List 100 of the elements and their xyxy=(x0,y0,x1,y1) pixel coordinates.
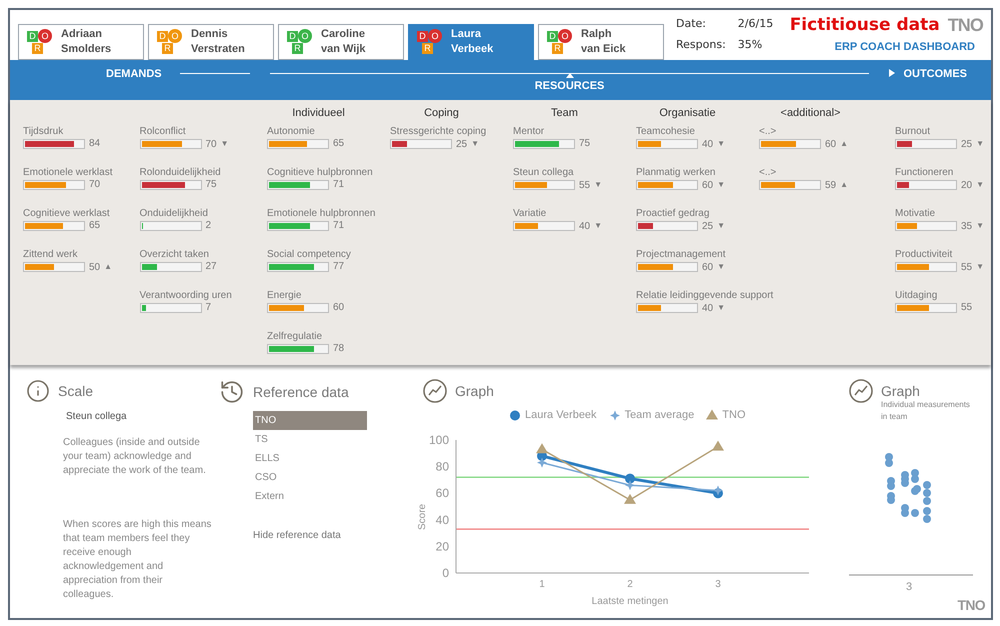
metric-label: Burnout xyxy=(895,126,932,138)
metric-label: Productiviteit xyxy=(895,249,954,261)
metric-value: 60 xyxy=(825,138,836,150)
metric-label: Energie xyxy=(267,290,302,302)
legend-label: Team average xyxy=(624,408,694,423)
metric-value: 75 xyxy=(579,138,590,149)
metric-value: 55 xyxy=(579,180,590,190)
status-badge: R xyxy=(32,43,43,54)
metric-label: <..> xyxy=(759,126,778,138)
line-chart-icon xyxy=(423,379,447,403)
status-badge: D xyxy=(27,31,38,42)
legend-marker-icon xyxy=(510,410,520,421)
reference-option[interactable]: Extern xyxy=(253,487,367,506)
trend-arrow: ▲ xyxy=(104,261,112,273)
trend-arrow: ▼ xyxy=(717,220,726,232)
metric-value: 27 xyxy=(206,261,217,272)
status-badge: O xyxy=(168,29,182,43)
status-badge: R xyxy=(422,43,433,54)
metric-label: Cognitieve hulpbronnen xyxy=(267,167,374,179)
trend-arrow: ▲ xyxy=(840,138,848,150)
hide-reference-link[interactable]: Hide reference data xyxy=(253,528,341,543)
metric-label: Tijdsdruk xyxy=(23,126,64,138)
metric-label: Relatie leidinggevende support xyxy=(636,290,774,302)
person-tab[interactable]: D O R Ralph van Eick xyxy=(538,24,664,60)
scale-subject: Steun collega xyxy=(66,410,127,424)
trend-arrow: ▼ xyxy=(594,179,602,191)
metric-value: 70 xyxy=(89,179,100,190)
resources-heading[interactable]: RESOURCES xyxy=(534,78,604,94)
person-tab[interactable]: D O R Dennis Verstraten xyxy=(148,24,274,60)
data-point xyxy=(713,485,723,496)
metric-label: Planmatig werken xyxy=(636,167,716,179)
metric-label: <..> xyxy=(759,167,778,179)
y-tick-label: 40 xyxy=(436,512,449,526)
metric-value: 60 xyxy=(333,302,344,313)
reference-option[interactable]: TS xyxy=(253,430,367,449)
trend-arrow: ▼ xyxy=(471,138,480,150)
legend-label: TNO xyxy=(722,408,746,423)
legend-marker-icon xyxy=(706,410,718,420)
y-tick-label: 60 xyxy=(436,486,449,500)
metric-label: Cognitieve werklast xyxy=(23,208,111,220)
metric-label: Steun collega xyxy=(513,167,575,179)
metric-label: Stressgerichte coping xyxy=(390,126,488,138)
right-triangle-icon xyxy=(889,69,896,77)
metric-label: Uitdaging xyxy=(895,290,938,302)
metric-label: Rolconflict xyxy=(140,126,187,138)
status-badge: R xyxy=(292,43,303,54)
metric-label: Teamcohesie xyxy=(636,126,696,138)
reference-option[interactable]: CSO xyxy=(253,468,367,487)
metric-value: 55 xyxy=(961,262,972,272)
data-point xyxy=(712,440,724,450)
trend-arrow: ▼ xyxy=(976,179,984,191)
scale-title: Scale xyxy=(58,382,94,400)
data-point xyxy=(537,457,547,468)
metric-value: 25 xyxy=(961,138,972,150)
metric-value: 2 xyxy=(206,220,212,231)
metric-value: 40 xyxy=(702,302,714,314)
metric-label: Variatie xyxy=(513,208,548,220)
outcomes-heading[interactable]: OUTCOMES xyxy=(903,66,967,82)
trend-arrow: ▼ xyxy=(717,261,726,273)
metric-value: 55 xyxy=(961,302,972,313)
trend-arrow: ▼ xyxy=(976,261,984,273)
person-tab[interactable]: D O R Adriaan Smolders xyxy=(18,24,144,60)
scale-interpretation: When scores are high this means that team members feel they receive enough acknowledgement and appreciation from their colleagues. xyxy=(63,518,212,602)
person-last-name: van Wijk xyxy=(321,42,366,57)
y-tick-label: 100 xyxy=(428,432,449,446)
status-badge: O xyxy=(428,29,442,43)
metric-value: 60 xyxy=(702,180,714,190)
metric-value: 77 xyxy=(333,261,344,272)
data-point xyxy=(625,473,635,484)
status-badge: D xyxy=(157,31,168,42)
tno-logo: TNO xyxy=(948,14,983,37)
person-last-name: van Eick xyxy=(581,42,626,57)
metric-value: 7 xyxy=(206,302,212,313)
category-heading: Team xyxy=(551,106,579,121)
date-label: Date: xyxy=(676,16,707,32)
history-icon xyxy=(219,379,245,405)
tno-logo: TNO xyxy=(958,596,985,615)
metric-value: 84 xyxy=(89,138,100,149)
person-first-name: Ralph xyxy=(581,27,613,42)
demands-heading[interactable]: DEMANDS xyxy=(106,66,162,82)
response-label: Respons: xyxy=(676,37,726,53)
y-axis-label: Score xyxy=(417,503,428,530)
metric-value: 78 xyxy=(333,343,344,354)
category-heading: Individueel xyxy=(292,106,346,121)
person-tab[interactable]: D O R Caroline van Wijk xyxy=(278,24,404,60)
metric-value: 50 xyxy=(89,262,100,272)
category-heading: <additional> xyxy=(780,106,842,121)
team-dot-plot-drawing xyxy=(885,453,931,523)
person-tab[interactable]: D O R Laura Verbeek xyxy=(408,24,534,60)
reference-option[interactable]: TNO xyxy=(253,411,367,430)
person-first-name: Dennis xyxy=(191,27,229,42)
data-point xyxy=(624,493,636,504)
category-heading: Organisatie xyxy=(659,106,717,121)
trend-arrow: ▼ xyxy=(976,220,984,232)
metric-value: 65 xyxy=(333,138,344,149)
data-point xyxy=(536,442,548,453)
x-tick-label: 1 xyxy=(539,578,545,590)
reference-option[interactable]: ELLS xyxy=(253,449,367,468)
metric-value: 35 xyxy=(961,220,972,232)
x-tick-label: 3 xyxy=(906,581,912,593)
